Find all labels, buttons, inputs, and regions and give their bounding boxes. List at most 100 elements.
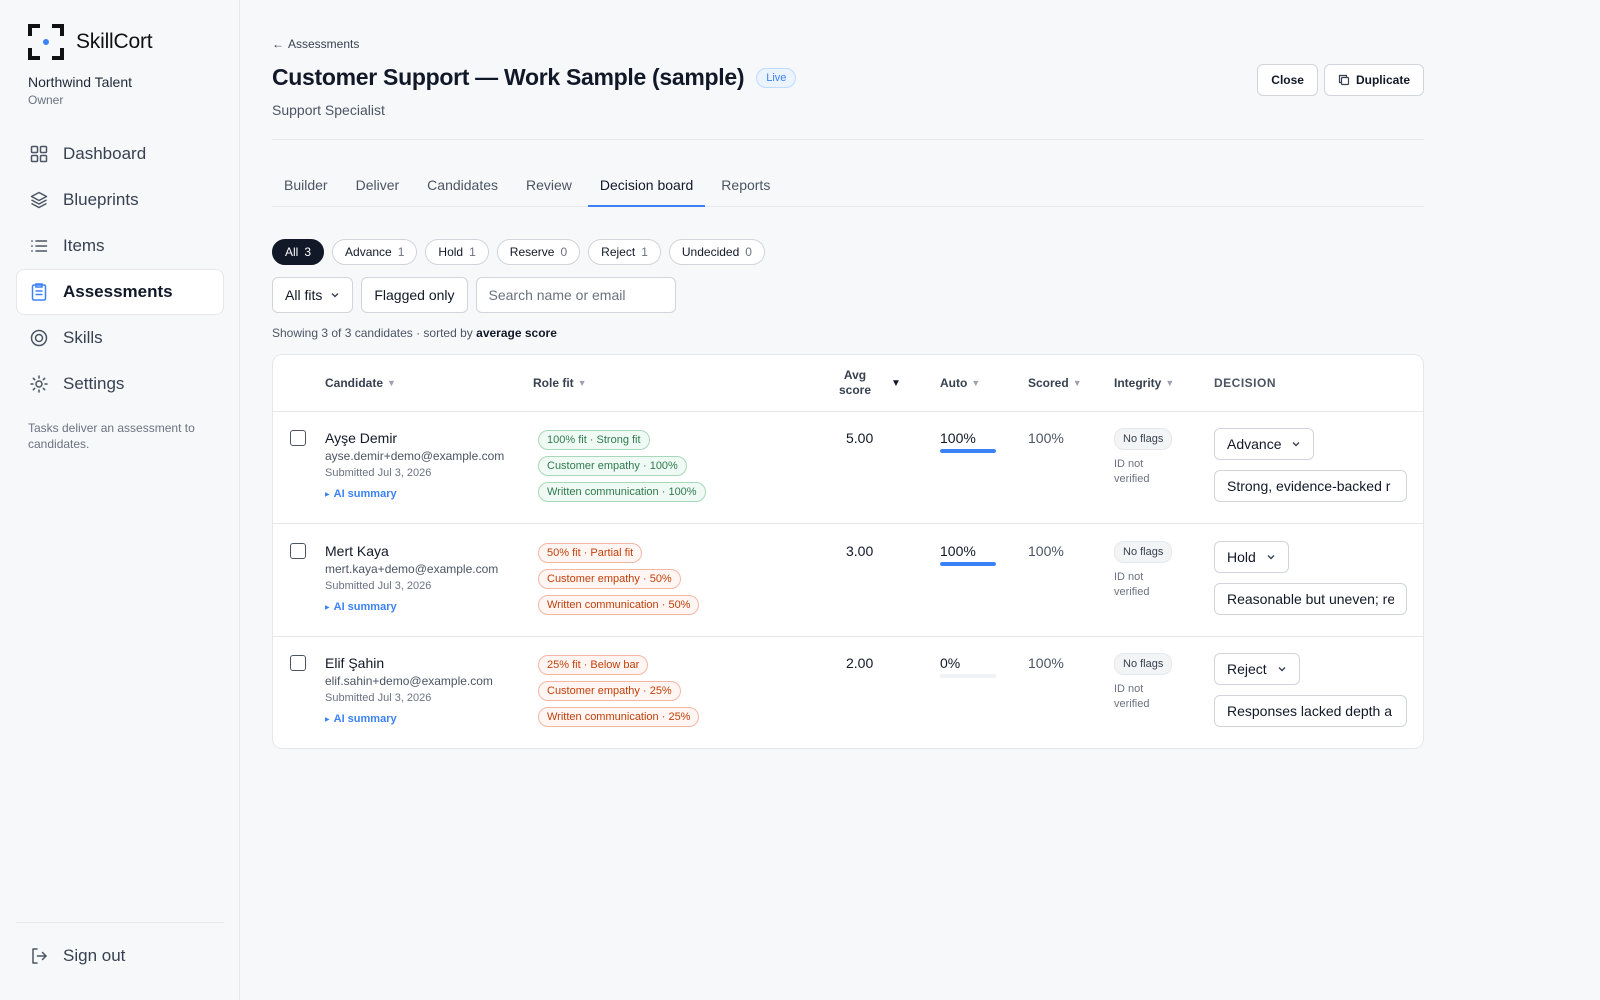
- header-divider: [272, 139, 1424, 140]
- column-header-integrity[interactable]: Integrity ▼: [1114, 376, 1174, 390]
- sort-icon: ▼: [577, 378, 587, 388]
- scored-value: 100%: [1028, 543, 1064, 559]
- tab-deliver[interactable]: Deliver: [344, 168, 412, 207]
- chevron-down-icon: [1267, 555, 1275, 560]
- fit-pill: 50% fit · Partial fit: [538, 543, 643, 563]
- layers-icon: [30, 191, 48, 209]
- skill-pill: Customer empathy · 50%: [538, 569, 681, 589]
- skill-pill: Written communication · 25%: [538, 707, 700, 727]
- auto-score: 0%: [940, 655, 961, 671]
- row-checkbox[interactable]: [290, 543, 306, 559]
- auto-score: 100%: [940, 543, 976, 559]
- flagged-only-toggle[interactable]: Flagged only: [361, 277, 468, 313]
- tab-review[interactable]: Review: [514, 168, 584, 207]
- sidebar-note: Tasks deliver an assessment to candidate…: [28, 421, 195, 451]
- auto-progress-fill: [940, 562, 996, 566]
- tab-candidates[interactable]: Candidates: [415, 168, 510, 207]
- sidebar-nav: Dashboard Blueprints Items Assessments S…: [16, 131, 224, 407]
- id-status: ID not verified: [1114, 458, 1150, 485]
- tab-reports[interactable]: Reports: [709, 168, 782, 207]
- candidate-email: ayse.demir+demo@example.com: [325, 449, 505, 463]
- decision-cell: Advance: [1214, 428, 1407, 502]
- decision-note-input[interactable]: [1214, 583, 1407, 615]
- chip-count: 1: [469, 245, 476, 259]
- decision-cell: Hold: [1214, 541, 1407, 615]
- column-header-scored[interactable]: Scored ▼: [1028, 376, 1082, 390]
- column-header-auto[interactable]: Auto ▼: [940, 376, 980, 390]
- candidate-name: Elif Şahin: [325, 655, 385, 671]
- fit-select[interactable]: All fits: [272, 277, 354, 313]
- back-link[interactable]: ← Assessments: [272, 37, 359, 51]
- duplicate-label: Duplicate: [1355, 73, 1410, 87]
- decision-select[interactable]: Advance: [1214, 428, 1315, 460]
- auto-cell: 0%: [940, 655, 998, 678]
- tab-builder[interactable]: Builder: [272, 168, 340, 207]
- sidebar-item-label: Settings: [63, 374, 125, 393]
- candidate-email: elif.sahin+demo@example.com: [325, 674, 493, 688]
- sort-icon: ▼: [971, 378, 981, 388]
- integrity-badge: No flags: [1114, 653, 1173, 675]
- table-row: Ayşe Demir ayse.demir+demo@example.com S…: [273, 412, 1423, 524]
- chip-all[interactable]: All 3: [272, 239, 325, 265]
- submitted-date: Submitted Jul 3, 2026: [325, 692, 432, 704]
- sidebar-item-items[interactable]: Items: [16, 223, 224, 269]
- auto-score: 100%: [940, 430, 976, 446]
- skill-pill: Written communication · 100%: [538, 482, 706, 502]
- back-label: Assessments: [288, 37, 360, 51]
- auto-progress-bar: [940, 674, 996, 678]
- chip-count: 3: [304, 245, 312, 259]
- sidebar-item-skills[interactable]: Skills: [16, 315, 224, 361]
- column-label: Scored: [1028, 376, 1069, 390]
- row-checkbox[interactable]: [290, 655, 306, 671]
- ai-summary-toggle[interactable]: ▶ AI summary: [325, 488, 504, 500]
- integrity-cell: No flags ID not verified: [1114, 541, 1174, 600]
- decision-note-input[interactable]: [1214, 695, 1407, 727]
- status-badge: Live: [756, 67, 797, 88]
- candidate-email: mert.kaya+demo@example.com: [325, 562, 499, 576]
- close-button[interactable]: Close: [1257, 64, 1318, 96]
- sidebar-item-settings[interactable]: Settings: [16, 361, 224, 407]
- sidebar-item-assessments[interactable]: Assessments: [16, 269, 224, 315]
- role-fit-cell: 25% fit · Below bar Customer empathy · 2…: [538, 655, 700, 727]
- results-summary-text: Showing 3 of 3 candidates · sorted by: [272, 326, 473, 340]
- sort-icon: ▼: [1165, 378, 1175, 388]
- chip-undecided[interactable]: Undecided 0: [668, 239, 765, 265]
- ai-summary-toggle[interactable]: ▶ AI summary: [325, 601, 498, 613]
- sidebar-item-label: Dashboard: [63, 144, 147, 163]
- column-header-role-fit[interactable]: Role fit ▼: [533, 376, 587, 390]
- chip-label: Advance: [345, 245, 392, 259]
- candidate-cell: Ayşe Demir ayse.demir+demo@example.com S…: [325, 430, 504, 500]
- candidates-table: Candidate ▼ Role fit ▼ Avg score ▼ Auto ▼ S…: [272, 354, 1424, 749]
- column-header-decision: DECISION: [1214, 376, 1277, 390]
- integrity-badge: No flags: [1114, 541, 1173, 563]
- row-checkbox[interactable]: [290, 430, 306, 446]
- avg-score: 2.00: [846, 655, 874, 671]
- sign-out-button[interactable]: Sign out: [16, 933, 224, 979]
- column-label-line2: score: [839, 383, 872, 397]
- chevron-down-icon: [1292, 442, 1300, 447]
- decision-note-input[interactable]: [1214, 470, 1407, 502]
- tab-decision-board[interactable]: Decision board: [587, 168, 706, 207]
- chip-reserve[interactable]: Reserve 0: [496, 239, 581, 265]
- chip-hold[interactable]: Hold 1: [425, 239, 489, 265]
- chip-advance[interactable]: Advance 1: [332, 239, 418, 265]
- sidebar-item-blueprints[interactable]: Blueprints: [16, 177, 224, 223]
- chip-count: 1: [397, 245, 405, 259]
- column-header-avg-score[interactable]: Avg score ▼: [839, 368, 901, 398]
- ai-summary-toggle[interactable]: ▶ AI summary: [325, 713, 493, 725]
- decision-cell: Reject: [1214, 653, 1407, 727]
- decision-filter-chips: All 3 Advance 1 Hold 1 Reserve 0 Reject 1 Und…: [272, 239, 765, 265]
- duplicate-button[interactable]: Duplicate: [1323, 64, 1424, 96]
- decision-select[interactable]: Reject: [1214, 653, 1300, 685]
- brand[interactable]: SkillCort: [28, 24, 153, 60]
- sidebar-item-label: Blueprints: [63, 190, 139, 209]
- column-label: Candidate: [325, 376, 384, 390]
- sidebar-item-dashboard[interactable]: Dashboard: [16, 131, 224, 177]
- fit-pill: 25% fit · Below bar: [538, 655, 649, 675]
- column-header-candidate[interactable]: Candidate ▼: [325, 376, 396, 390]
- decision-select[interactable]: Hold: [1214, 541, 1289, 573]
- search-input[interactable]: [475, 277, 676, 313]
- chip-reject[interactable]: Reject 1: [588, 239, 661, 265]
- sort-key: average score: [476, 326, 557, 340]
- header-actions: Close Duplicate: [1257, 64, 1424, 96]
